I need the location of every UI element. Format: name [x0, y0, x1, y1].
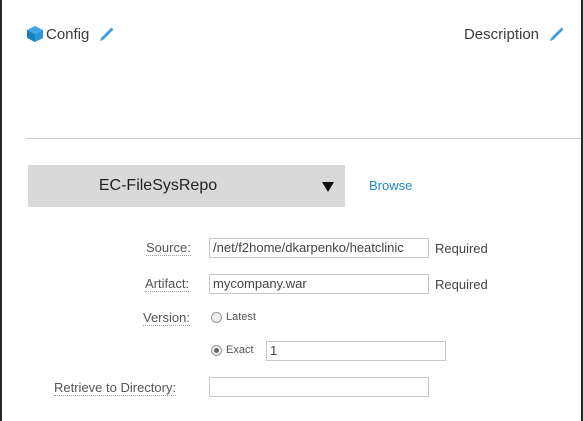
description-header: Description [464, 24, 565, 44]
exact-version-input[interactable]: 1 [266, 341, 446, 361]
repository-dropdown[interactable]: EC-FileSysRepo [28, 165, 345, 207]
retrieve-directory-input[interactable] [209, 377, 429, 397]
version-latest-radio[interactable] [211, 312, 222, 323]
caret-down-icon[interactable] [321, 180, 335, 192]
config-panel: Config Description EC-FileSysRepo Browse… [0, 0, 583, 421]
artifact-label: Artifact: [145, 276, 190, 292]
version-label: Version: [143, 310, 190, 326]
browse-link[interactable]: Browse [369, 178, 412, 193]
edit-description-pencil-icon[interactable] [547, 25, 565, 43]
edit-config-pencil-icon[interactable] [97, 25, 115, 43]
cube-icon [26, 25, 44, 43]
section-divider [26, 138, 581, 139]
description-label: Description [463, 25, 539, 43]
repository-selected-value: EC-FileSysRepo [98, 177, 218, 194]
source-required-label: Required [435, 241, 488, 256]
radio-selected-dot [214, 348, 219, 353]
version-latest-label: Latest [226, 311, 256, 323]
version-exact-label: Exact [226, 344, 254, 356]
source-label: Source: [146, 240, 191, 256]
artifact-required-label: Required [435, 277, 488, 292]
retrieve-directory-label: Retrieve to Directory: [54, 380, 177, 396]
source-input[interactable]: /net/f2home/dkarpenko/heatclinic [209, 238, 429, 258]
artifact-input[interactable]: mycompany.war [209, 274, 429, 294]
version-exact-radio[interactable] [211, 345, 222, 356]
config-title: Config [46, 25, 90, 43]
config-header: Config [26, 24, 115, 44]
